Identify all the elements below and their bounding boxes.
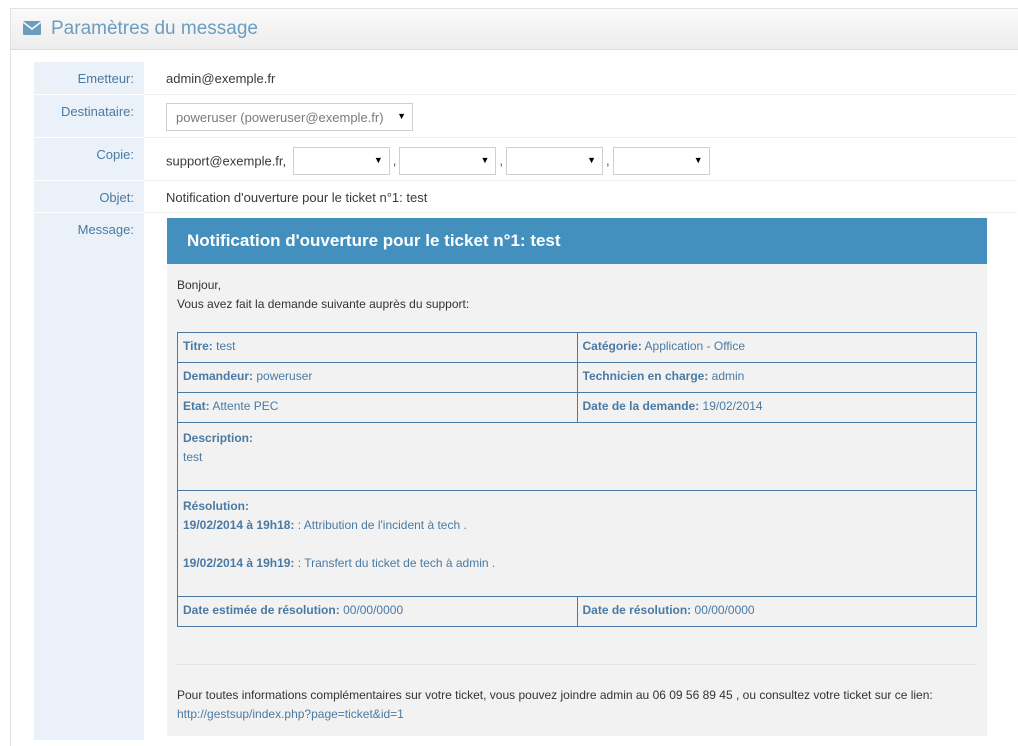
copy-fixed-address: support@exemple.fr, [166,153,287,168]
message-preview: Notification d'ouverture pour le ticket … [167,218,987,736]
category-label: Catégorie: [582,339,642,353]
ticket-info-table: Titre: test Catégorie: Application - Off… [177,332,977,627]
chevron-down-icon: ▼ [480,154,490,165]
panel-header: Paramètres du message [11,9,1018,50]
message-footer: Pour toutes informations complémentaires… [177,686,977,724]
chevron-down-icon: ▼ [373,154,383,165]
request-date-label: Date de la demande: [582,399,700,413]
chevron-down-icon: ▼ [397,110,406,121]
footer-text: Pour toutes informations complémentaires… [177,688,933,702]
chevron-down-icon: ▼ [693,154,703,165]
technician-value: admin [711,369,745,383]
title-label: Titre: [183,339,213,353]
resolution-entry-time: 19/02/2014 à 19h18: [183,518,295,532]
message-heading: Notification d'ouverture pour le ticket … [167,218,987,264]
recipient-selected: poweruser (poweruser@exemple.fr) [176,109,384,125]
technician-label: Technicien en charge: [582,369,709,383]
message-label: Message: [77,221,134,237]
resolution-entry-text: : Attribution de l'incident à tech . [297,518,467,532]
envelope-icon [23,21,41,35]
subject-label: Objet: [99,189,134,205]
ticket-link[interactable]: http://gestsup/index.php?page=ticket&id=… [177,707,404,721]
copy-select-1[interactable]: ▼ [292,146,390,175]
chevron-down-icon: ▼ [587,154,597,165]
state-label: Etat: [183,399,210,413]
resolution-label: Résolution: [183,499,249,513]
copy-select-4[interactable]: ▼ [612,146,710,175]
resolution-date-value: 00/00/0000 [694,603,755,617]
page-title: Paramètres du message [51,18,258,39]
category-value: Application - Office [644,339,746,353]
greeting-text: Bonjour, [177,278,222,292]
sender-value: admin@exemple.fr [166,71,276,86]
resolution-date-label: Date de résolution: [582,603,692,617]
resolution-entry-time: 19/02/2014 à 19h19: [183,556,295,570]
estimated-date-label: Date estimée de résolution: [183,603,340,617]
sender-label: Emetteur: [77,71,134,86]
resolution-entry-text: : Transfert du ticket de tech à admin . [297,556,496,570]
request-date-value: 19/02/2014 [702,399,763,413]
intro-text: Vous avez fait la demande suivante auprè… [177,297,470,311]
requester-value: poweruser [256,369,313,383]
description-value: test [183,450,203,464]
recipient-select[interactable]: poweruser (poweruser@exemple.fr) ▼ [166,102,413,131]
requester-label: Demandeur: [183,369,254,383]
recipient-label: Destinataire: [61,103,134,119]
copy-label: Copie: [96,146,134,162]
description-label: Description: [183,431,254,445]
state-value: Attente PEC [212,399,279,413]
title-value: test [216,339,236,353]
copy-select-3[interactable]: ▼ [506,146,604,175]
estimated-date-value: 00/00/0000 [343,603,404,617]
copy-select-2[interactable]: ▼ [399,146,497,175]
footer-divider [177,664,977,665]
subject-value: Notification d'ouverture pour le ticket … [166,189,428,205]
